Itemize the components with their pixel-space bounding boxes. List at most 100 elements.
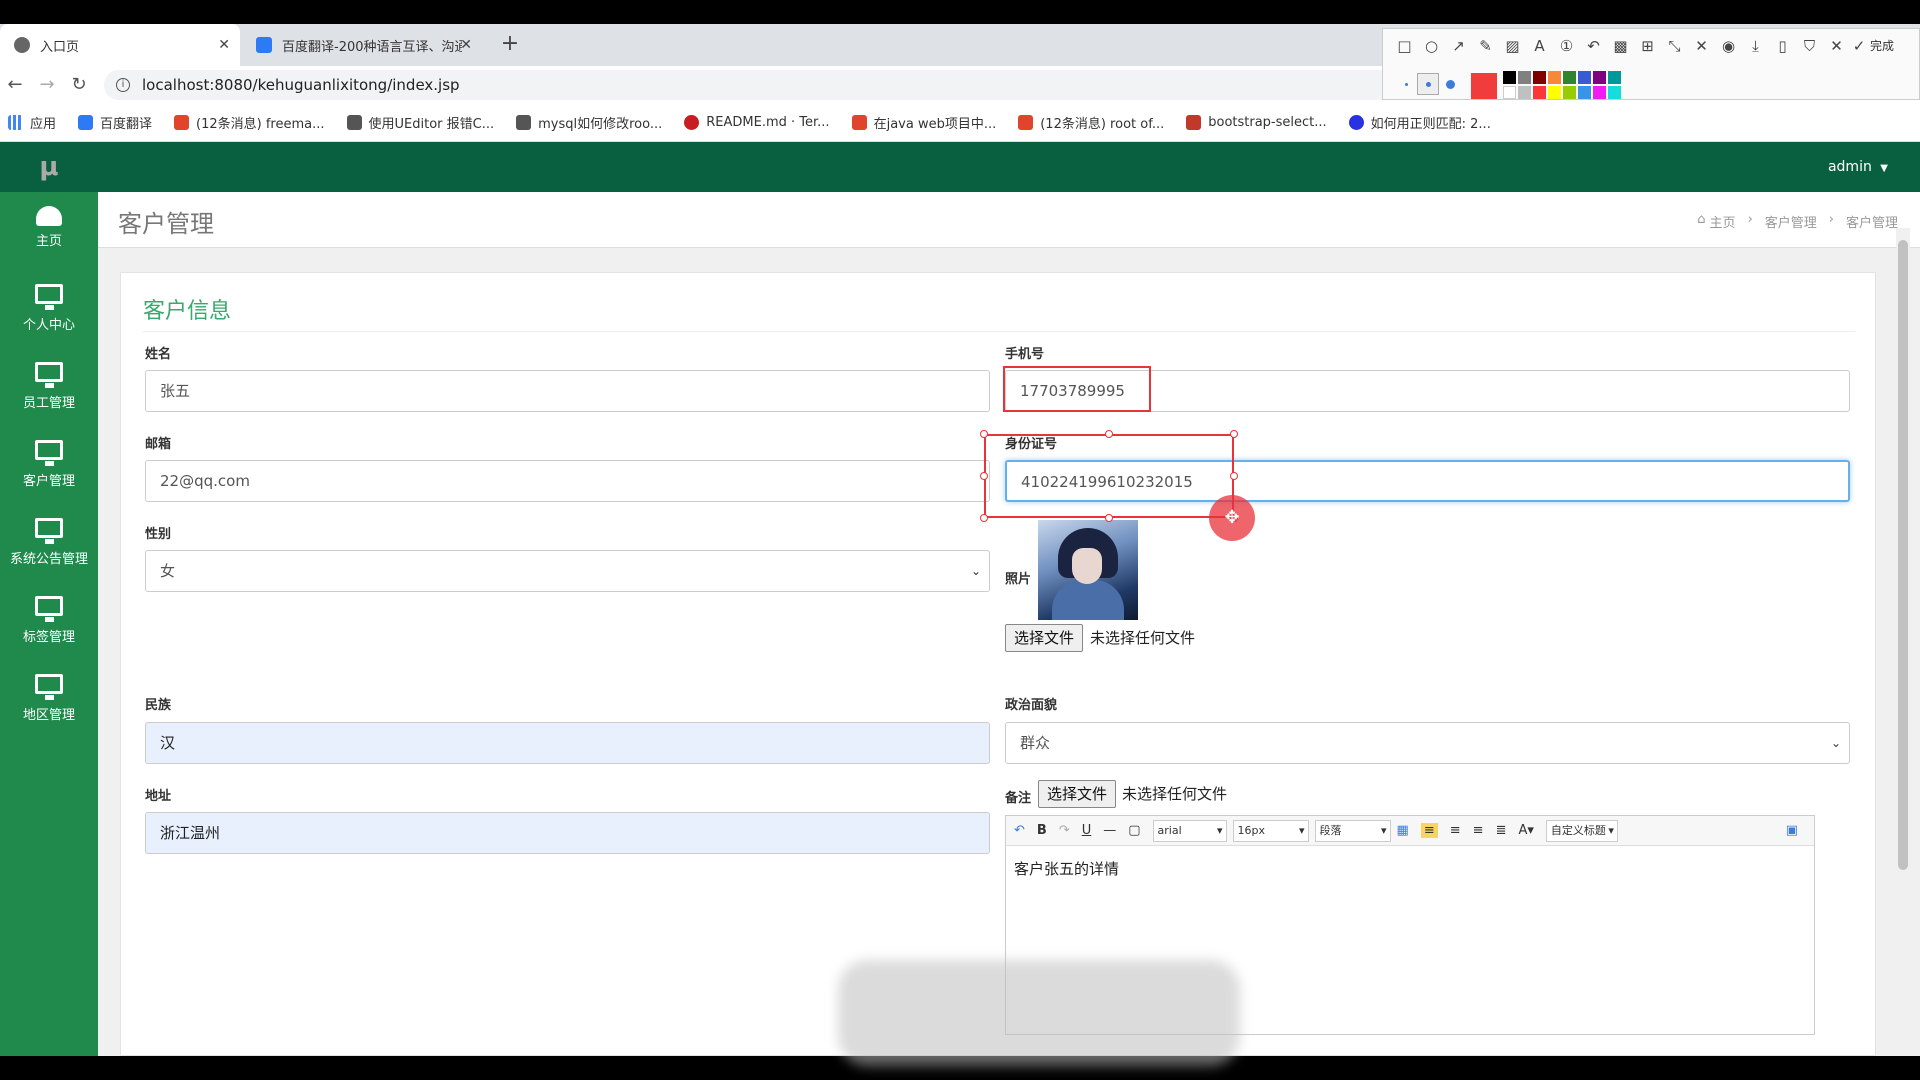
color-swatch[interactable]	[1593, 86, 1606, 99]
align-center-icon[interactable]: ≡	[1450, 823, 1461, 838]
mosaic-icon[interactable]: ▩	[1607, 35, 1634, 57]
bookmark-item[interactable]: 在java web项目中...	[851, 113, 996, 132]
ellipse-icon[interactable]: ○	[1418, 35, 1445, 57]
translate-icon[interactable]: ⊞	[1634, 35, 1661, 57]
bookmark-item[interactable]: 使用UEditor 报错C...	[346, 113, 494, 132]
resize-handle[interactable]	[980, 430, 988, 438]
breadcrumb-home[interactable]: 主页	[1710, 212, 1736, 231]
color-swatch[interactable]	[1518, 86, 1531, 99]
breadcrumb-item[interactable]: 客户管理	[1765, 212, 1817, 231]
color-swatch[interactable]	[1578, 86, 1591, 99]
marker-icon[interactable]: ▨	[1499, 35, 1526, 57]
number-icon[interactable]: ①	[1553, 35, 1580, 57]
scrollbar[interactable]	[1896, 228, 1910, 878]
check-icon[interactable]: ✓	[1850, 35, 1868, 57]
font-size-select[interactable]: 16px ▾	[1232, 819, 1309, 842]
color-swatch[interactable]	[1503, 86, 1516, 99]
color-swatch[interactable]	[1503, 71, 1516, 84]
crop-icon[interactable]: ⤡	[1661, 35, 1688, 57]
bold-icon[interactable]: B	[1037, 823, 1047, 838]
reload-icon[interactable]: ↻	[66, 72, 92, 98]
fullscreen-icon[interactable]: ▣	[1786, 823, 1798, 838]
address-input[interactable]: 浙江温州	[145, 812, 990, 854]
sidebar-item-profile[interactable]: 个人中心	[0, 274, 98, 352]
brush-size-large[interactable]	[1439, 73, 1461, 95]
pencil-icon[interactable]: ✎	[1472, 35, 1499, 57]
current-color-swatch[interactable]	[1471, 73, 1497, 99]
brush-size-small[interactable]	[1395, 73, 1417, 95]
bookmark-item[interactable]: 如何用正则匹配: 2...	[1348, 113, 1491, 132]
color-swatch[interactable]	[1608, 71, 1621, 84]
custom-title-select[interactable]: 自定义标题 ▾	[1545, 819, 1618, 842]
new-tab-button[interactable]: +	[496, 30, 524, 58]
horizontal-rule-icon[interactable]: —	[1103, 823, 1116, 838]
bookmark-item[interactable]: (12条消息) root of...	[1018, 113, 1164, 132]
resize-handle[interactable]	[980, 514, 988, 522]
political-select[interactable]: 群众 ⌄	[1005, 722, 1850, 764]
tab-baidu-translate[interactable]: 百度翻译-200种语言互译、沟通 ✕	[242, 24, 482, 66]
color-swatch[interactable]	[1518, 71, 1531, 84]
bookmark-item[interactable]: 百度翻译	[78, 113, 152, 132]
color-swatch[interactable]	[1563, 86, 1576, 99]
font-family-select[interactable]: arial ▾	[1152, 819, 1227, 842]
arrow-icon[interactable]: ↗	[1445, 35, 1472, 57]
gender-select[interactable]: 女 ⌄	[145, 550, 990, 592]
editor-content[interactable]: 客户张五的详情	[1014, 858, 1119, 879]
name-input[interactable]: 张五	[145, 370, 990, 412]
bookmark-item[interactable]: mysql如何修改roo...	[516, 113, 662, 132]
color-swatch[interactable]	[1548, 86, 1561, 99]
done-button[interactable]: 完成	[1870, 35, 1894, 57]
sidebar-item-staff[interactable]: 员工管理	[0, 352, 98, 430]
phone-icon[interactable]: ▯	[1769, 35, 1796, 57]
ethnicity-input[interactable]: 汉	[145, 722, 990, 764]
resize-handle[interactable]	[1105, 430, 1113, 438]
color-swatch[interactable]	[1533, 86, 1546, 99]
color-swatch[interactable]	[1608, 86, 1621, 99]
email-input[interactable]: 22@qq.com	[145, 460, 990, 502]
sidebar-item-regions[interactable]: 地区管理	[0, 664, 98, 742]
remark-choose-file-button[interactable]: 选择文件	[1038, 780, 1117, 808]
sidebar-item-home[interactable]: 主页	[0, 196, 98, 274]
color-swatch[interactable]	[1563, 71, 1576, 84]
brush-size-medium[interactable]	[1417, 73, 1439, 95]
paragraph-select[interactable]: 段落 ▾	[1314, 819, 1391, 842]
back-icon[interactable]: ←	[2, 72, 28, 98]
pin-icon[interactable]: ✕	[1688, 35, 1715, 57]
sidebar-item-customers[interactable]: 客户管理	[0, 430, 98, 508]
justify-icon[interactable]: ≣	[1496, 823, 1507, 838]
table-icon[interactable]: ▦	[1397, 823, 1409, 838]
undo-icon[interactable]: ↶	[1580, 35, 1607, 57]
color-swatch[interactable]	[1548, 71, 1561, 84]
photo-choose-file-button[interactable]: 选择文件	[1005, 624, 1084, 652]
download-icon[interactable]: ⤓	[1742, 35, 1769, 57]
text-icon[interactable]: A	[1526, 35, 1553, 57]
sidebar-item-announcements[interactable]: 系统公告管理	[0, 508, 98, 586]
color-swatch[interactable]	[1593, 71, 1606, 84]
color-swatch[interactable]	[1533, 71, 1546, 84]
close-icon[interactable]: ✕	[218, 37, 230, 53]
sidebar-item-tags[interactable]: 标签管理	[0, 586, 98, 664]
resize-handle[interactable]	[1105, 514, 1113, 522]
document-icon[interactable]: ▢	[1128, 823, 1140, 838]
resize-handle[interactable]	[1230, 430, 1238, 438]
close-icon[interactable]: ✕	[460, 37, 472, 53]
align-right-icon[interactable]: ≡	[1473, 823, 1484, 838]
color-swatch[interactable]	[1578, 71, 1591, 84]
align-left-icon[interactable]: ≡	[1420, 823, 1438, 838]
font-color-icon[interactable]: A▾	[1518, 823, 1533, 838]
redo-icon[interactable]: ↷	[1059, 823, 1070, 838]
bookmark-item[interactable]: README.md · Ter...	[684, 115, 830, 130]
rectangle-icon[interactable]: □	[1391, 35, 1418, 57]
resize-handle[interactable]	[1230, 472, 1238, 480]
scroll-thumb[interactable]	[1898, 240, 1908, 870]
user-menu[interactable]: admin ▼	[1828, 142, 1888, 192]
record-icon[interactable]: ◉	[1715, 35, 1742, 57]
resize-handle[interactable]	[980, 472, 988, 480]
tab-home[interactable]: 入口页 ✕	[0, 24, 240, 66]
underline-icon[interactable]: U	[1082, 823, 1092, 838]
undo-icon[interactable]: ↶	[1014, 823, 1025, 838]
bookmark-item[interactable]: (12条消息) freema...	[174, 113, 325, 132]
bookmark-apps[interactable]: 应用	[8, 113, 56, 132]
forward-icon[interactable]: →	[34, 72, 60, 98]
close-icon[interactable]: ✕	[1823, 35, 1850, 57]
